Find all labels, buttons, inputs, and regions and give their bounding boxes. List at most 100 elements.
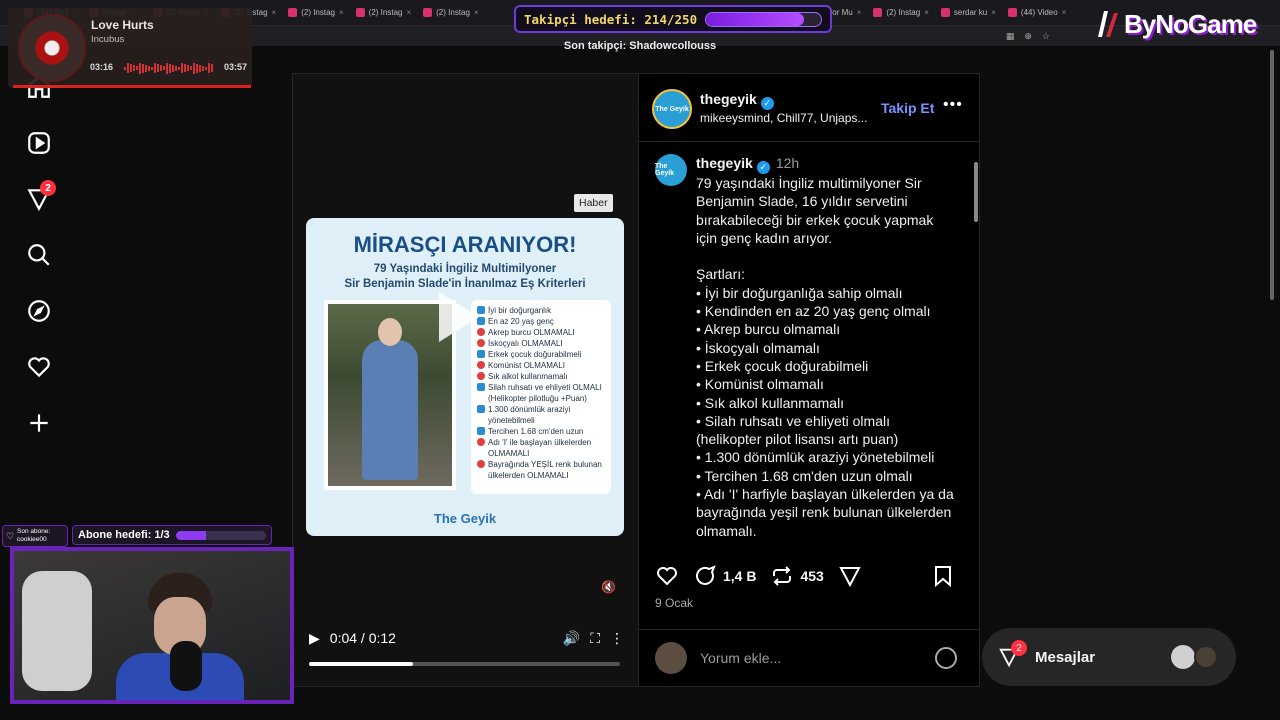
criteria-item: Bayrağında YEŞİL renk bulunan ülkelerden… — [477, 459, 605, 481]
heart-icon: ♡ — [6, 531, 15, 541]
post-sidebar: The Geyik thegeyik ✓ mikeeysmind, Chill77… — [638, 74, 980, 686]
logo-mark-icon — [1098, 11, 1118, 37]
mute-icon[interactable]: 🔇 — [601, 580, 617, 596]
browser-tab[interactable]: (2) Instag× — [352, 3, 415, 23]
user-avatar — [655, 642, 687, 674]
reels-icon[interactable] — [22, 126, 56, 160]
check-icon — [477, 383, 485, 391]
follow-button[interactable]: Takip Et — [881, 100, 934, 116]
caption-username[interactable]: thegeyik ✓ 12h — [696, 155, 799, 174]
messages-label: Mesajlar — [1035, 649, 1096, 666]
comment-icon — [696, 565, 716, 585]
elapsed-time: 03:16 — [90, 62, 114, 72]
author-avatar[interactable]: The Geyik — [652, 89, 692, 129]
post-header: The Geyik thegeyik ✓ mikeeysmind, Chill77… — [639, 74, 980, 142]
tab-close-icon[interactable]: × — [474, 8, 479, 17]
brand-logo: ByNoGame — [1092, 4, 1257, 44]
card-headline: MİRASÇI ARANIYOR! — [353, 232, 577, 257]
last-subscriber: ♡ Son abone: cookiee00 — [2, 525, 68, 547]
song-title: Love Hurts — [91, 18, 154, 32]
follower-goal: Takipçi hedefi: 214/250 — [514, 5, 832, 33]
tab-favicon-icon — [288, 8, 298, 17]
avatar — [1171, 645, 1195, 669]
tab-close-icon[interactable]: × — [991, 8, 996, 17]
sidebar-nav: 2 — [18, 70, 60, 440]
tab-close-icon[interactable]: × — [924, 8, 929, 17]
waveform — [124, 62, 216, 74]
comments-count: 1,4 B — [723, 568, 757, 584]
tab-favicon-icon — [1007, 8, 1017, 17]
video-time: 0:04 / 0:12 — [329, 630, 396, 646]
browser-tab[interactable]: (2) Instag× — [419, 3, 482, 23]
play-icon[interactable]: ▶ — [309, 630, 320, 647]
video-progress-bar[interactable] — [309, 662, 620, 666]
subscriber-goal: Abone hedefi: 1/3 — [72, 525, 272, 545]
action-bar: 1,4 B 453 — [655, 564, 965, 588]
coauthors[interactable]: mikeeysmind, Chill77, Unjaps... — [700, 111, 867, 125]
prohibited-icon — [477, 460, 485, 468]
prohibited-icon — [477, 372, 485, 380]
caption-avatar[interactable]: The Geyik — [655, 154, 687, 186]
comment-box: Yorum ekle... — [639, 629, 980, 685]
webcam-feed — [10, 547, 294, 704]
caption-area: The Geyik thegeyik ✓ 12h 79 yaşındaki İngi… — [639, 142, 980, 547]
like-icon[interactable] — [655, 564, 679, 588]
verified-icon: ✓ — [756, 161, 770, 174]
direct-icon[interactable]: 2 — [22, 180, 56, 216]
tab-close-icon[interactable]: × — [857, 8, 862, 17]
browser-tab[interactable]: (2) Instag× — [869, 3, 932, 23]
tab-close-icon[interactable]: × — [1062, 8, 1067, 17]
news-tag: Haber — [574, 194, 613, 212]
last-follower: Son takipçi: Shadowcollouss — [563, 40, 717, 52]
share-icon[interactable] — [838, 564, 862, 588]
criteria-item: Silah ruhsatı ve ehliyeti OLMALI (Heliko… — [477, 382, 605, 404]
tab-close-icon[interactable]: × — [339, 8, 344, 17]
criteria-item: İyi bir doğurganlık — [477, 305, 605, 316]
browser-tab[interactable]: (2) Instag× — [284, 3, 347, 23]
messages-button[interactable]: 2 Mesajlar — [982, 628, 1236, 686]
tab-close-icon[interactable]: × — [272, 8, 277, 17]
tab-label: (44) Video — [1020, 8, 1058, 17]
page-scrollbar[interactable] — [1268, 50, 1276, 300]
play-overlay-icon[interactable] — [439, 292, 479, 342]
criteria-item: Adı 'I' ile başlayan ülkelerden OLMAMALI — [477, 437, 605, 459]
portrait-photo — [324, 300, 456, 490]
criteria-item: Erkek çocuk doğurabilmeli — [477, 349, 605, 360]
heart-icon[interactable] — [22, 350, 56, 384]
card-subtitle: 79 Yaşındaki İngiliz Multimilyoner — [373, 263, 557, 275]
criteria-item: Sık alkol kullanmamalı — [477, 371, 605, 382]
tab-close-icon[interactable]: × — [406, 8, 411, 17]
browser-tab[interactable]: (44) Video × — [1004, 3, 1070, 23]
check-icon — [477, 427, 485, 435]
tab-favicon-icon — [873, 8, 883, 17]
post-media[interactable]: Haber MİRASÇI ARANIYOR! 79 Yaşındaki İng… — [293, 74, 638, 686]
more-options-icon[interactable]: ••• — [943, 96, 963, 114]
repost-icon — [773, 566, 792, 586]
bookmark-icon[interactable] — [931, 564, 955, 588]
tab-label: (2) Instag — [886, 8, 921, 17]
comment-button[interactable]: 1,4 B — [693, 564, 756, 588]
criteria-item: İskoçyalı OLMAMALI — [477, 338, 605, 349]
emoji-icon[interactable] — [935, 647, 957, 669]
repost-button[interactable]: 453 — [770, 564, 824, 588]
reposts-count: 453 — [800, 568, 824, 584]
comment-input[interactable]: Yorum ekle... — [700, 650, 781, 666]
browser-tab[interactable]: serdar ku × — [937, 3, 1000, 23]
tab-label: serdar ku — [953, 8, 988, 17]
fullscreen-icon[interactable]: ⛶ — [590, 630, 600, 647]
search-icon[interactable] — [22, 238, 56, 272]
create-icon[interactable] — [22, 406, 56, 440]
tab-favicon-icon — [355, 8, 365, 17]
author-username[interactable]: thegeyik ✓ — [700, 91, 774, 110]
prohibited-icon — [477, 361, 485, 369]
check-icon — [477, 350, 485, 358]
card-brand: The Geyik — [433, 511, 497, 526]
video-menu-icon[interactable]: ⋮ — [610, 630, 624, 647]
caption-scrollbar[interactable] — [973, 154, 979, 544]
sub-goal-label: Abone hedefi: 1/3 — [78, 529, 170, 541]
volume-icon[interactable]: 🔊 — [563, 630, 580, 647]
explore-icon[interactable] — [22, 294, 56, 328]
prohibited-icon — [477, 438, 485, 446]
check-icon — [477, 405, 485, 413]
post-date: 9 Ocak — [655, 596, 694, 610]
